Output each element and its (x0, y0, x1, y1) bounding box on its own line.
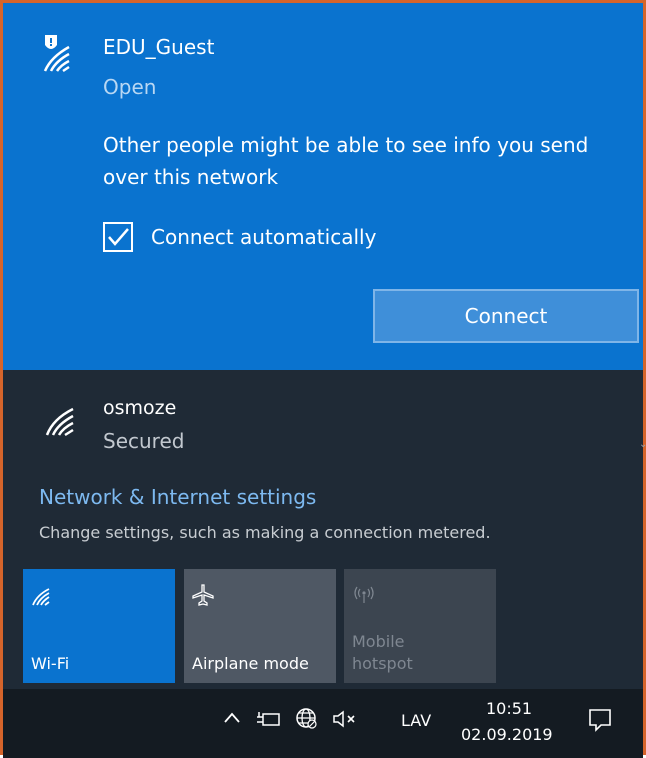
volume-muted-icon[interactable] (331, 709, 359, 729)
network-status: Secured (103, 429, 185, 453)
action-center-icon[interactable] (587, 707, 613, 733)
network-flyout: EDU_Guest Open Other people might be abl… (0, 0, 646, 758)
hotspot-label-line2: hotspot (352, 654, 413, 673)
wifi-icon (32, 588, 50, 606)
selected-network-ssid: EDU_Guest (103, 35, 215, 59)
input-language-indicator[interactable]: LAV (401, 711, 431, 730)
taskbar: LAV 10:51 02.09.2019 (3, 689, 643, 758)
selected-network-status: Open (103, 75, 157, 99)
airplane-tile-label: Airplane mode (192, 654, 309, 673)
network-ssid: osmoze (103, 397, 177, 419)
checkmark-icon (108, 228, 129, 246)
hotspot-icon (354, 586, 374, 603)
selected-network-panel[interactable]: EDU_Guest Open Other people might be abl… (3, 3, 643, 370)
wifi-icon (45, 407, 74, 437)
connect-button[interactable]: Connect (373, 289, 639, 343)
wifi-toggle-tile[interactable]: Wi-Fi (23, 569, 175, 683)
scroll-down-icon[interactable]: ⌄ (639, 439, 646, 450)
airplane-icon (192, 584, 214, 606)
clock-date[interactable]: 02.09.2019 (461, 725, 553, 744)
wifi-shield-warning-icon (43, 35, 70, 73)
network-globe-icon[interactable] (295, 707, 317, 729)
hotspot-label-line1: Mobile (352, 632, 405, 651)
chevron-up-icon[interactable] (223, 709, 241, 727)
airplane-mode-tile[interactable]: Airplane mode (184, 569, 336, 683)
network-settings-link[interactable]: Network & Internet settings (39, 485, 316, 509)
connect-automatically-label: Connect automatically (151, 225, 377, 249)
power-plug-icon[interactable] (255, 709, 281, 729)
mobile-hotspot-tile[interactable]: Mobile hotspot (344, 569, 496, 683)
connect-automatically-checkbox[interactable] (103, 222, 133, 252)
network-settings-description: Change settings, such as making a connec… (39, 523, 491, 542)
security-warning-text: Other people might be able to see info y… (103, 133, 589, 189)
clock-time[interactable]: 10:51 (486, 699, 532, 718)
connect-automatically-row[interactable]: Connect automatically (103, 221, 376, 253)
hotspot-tile-label: Mobile hotspot (352, 631, 413, 675)
wifi-tile-label: Wi-Fi (31, 654, 70, 673)
